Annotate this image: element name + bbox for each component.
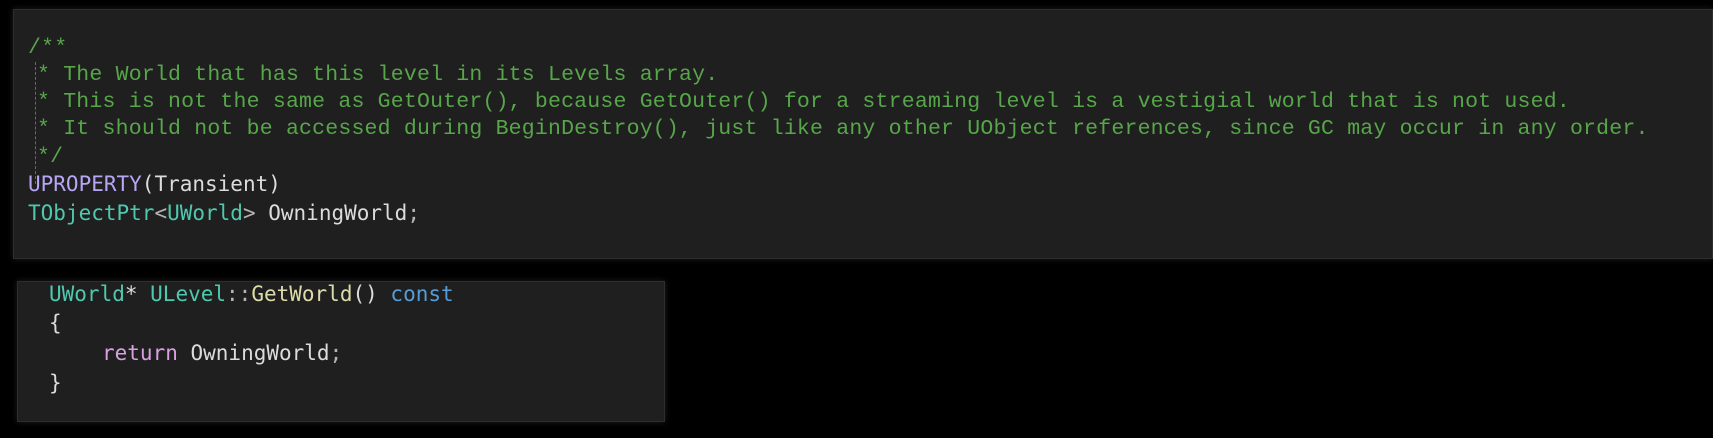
return-statement-line: return OwningWorld;	[102, 338, 342, 368]
uproperty-line: UPROPERTY(Transient)	[28, 169, 281, 199]
declaration-line: TObjectPtr<UWorld> OwningWorld;	[28, 198, 420, 228]
header-code-snippet: /** * The World that has this level in i…	[13, 9, 1713, 259]
tobjectptr-type: TObjectPtr	[28, 201, 155, 225]
comment-line-2: * This is not the same as GetOuter(), be…	[37, 90, 1570, 114]
declaration-semicolon: ;	[407, 201, 420, 225]
template-close-angle: >	[242, 201, 256, 225]
return-keyword: return	[102, 341, 178, 365]
method-parens: ()	[352, 282, 378, 306]
const-qualifier: const	[390, 282, 454, 306]
class-name: ULevel	[150, 282, 227, 306]
uworld-type: UWorld	[167, 201, 243, 225]
comment-open: /**	[28, 36, 68, 60]
uproperty-args: (Transient)	[141, 172, 281, 196]
close-brace: }	[49, 371, 62, 395]
return-value: OwningWorld	[177, 341, 330, 365]
return-type: UWorld	[49, 282, 125, 306]
method-name: GetWorld	[251, 282, 353, 306]
owningworld-variable: OwningWorld	[255, 201, 408, 225]
uproperty-macro: UPROPERTY	[28, 172, 142, 196]
open-brace: {	[49, 311, 62, 335]
comment-close: */	[37, 145, 64, 169]
source-code-snippet: UWorld* ULevel::GetWorld() const { retur…	[17, 281, 665, 422]
function-signature-line: UWorld* ULevel::GetWorld() const	[49, 279, 454, 309]
pointer-symbol: *	[124, 282, 151, 306]
indent-guide	[35, 62, 36, 184]
return-semicolon: ;	[329, 341, 343, 365]
scope-operator: ::	[226, 282, 252, 306]
template-open-angle: <	[154, 201, 168, 225]
comment-line-1: * The World that has this level in its L…	[37, 63, 719, 87]
comment-line-3: * It should not be accessed during Begin…	[37, 117, 1649, 141]
